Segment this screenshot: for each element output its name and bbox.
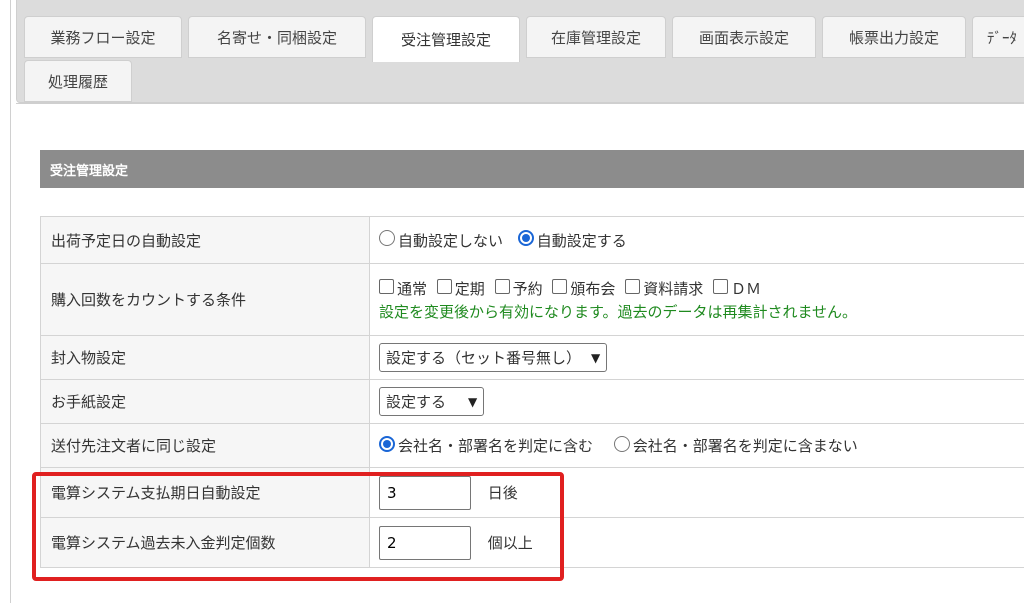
radio-icon-off[interactable]: [379, 230, 395, 246]
unit-days-after: 日後: [487, 484, 518, 502]
tab-inventory[interactable]: 在庫管理設定: [526, 16, 666, 58]
tab-history[interactable]: 処理履歴: [24, 60, 132, 102]
tab-merge-bundle[interactable]: 名寄せ・同梱設定: [188, 16, 366, 58]
label-enclosure: 封入物設定: [40, 335, 370, 380]
radio-icon-on[interactable]: [379, 435, 395, 452]
settings-table: 出荷予定日の自動設定 自動設定しない 自動設定する 購入回数をカウントする条件 …: [40, 216, 1024, 568]
option-reservation[interactable]: 予約: [513, 280, 543, 298]
option-include-company[interactable]: 会社名・部署名を判定に含む: [398, 437, 593, 455]
chevron-down-icon: ▼: [468, 394, 478, 409]
label-densan-unpaid: 電算システム過去未入金判定個数: [40, 517, 370, 568]
tab-business-flow[interactable]: 業務フロー設定: [24, 16, 182, 58]
tab-form-output[interactable]: 帳票出力設定: [822, 16, 966, 58]
checkbox-icon[interactable]: [436, 278, 452, 294]
label-letter: お手紙設定: [40, 379, 370, 424]
row-same-as-order: 送付先注文者に同じ設定 会社名・部署名を判定に含む 会社名・部署名を判定に含まな…: [40, 423, 1024, 468]
checkbox-icon[interactable]: [712, 278, 728, 294]
content-divider: [16, 103, 1024, 104]
row-densan-payment: 電算システム支払期日自動設定 日後: [40, 467, 1024, 518]
label-ship-date: 出荷予定日の自動設定: [40, 216, 370, 264]
note-text: 設定を変更後から有効になります。過去のデータは再集計されません。: [379, 302, 858, 321]
unpaid-count-input[interactable]: [379, 525, 471, 560]
tab-data[interactable]: ﾃﾞｰﾀ: [972, 16, 1024, 58]
option-regular[interactable]: 定期: [455, 280, 485, 298]
checkbox-icon[interactable]: [625, 278, 641, 294]
section-title: 受注管理設定: [40, 150, 1024, 188]
checkbox-icon[interactable]: [494, 278, 510, 294]
unit-or-more: 個以上: [487, 534, 533, 552]
row-densan-unpaid: 電算システム過去未入金判定個数 個以上: [40, 517, 1024, 568]
option-normal[interactable]: 通常: [397, 280, 427, 298]
radio-icon-on[interactable]: [517, 230, 534, 246]
row-ship-date: 出荷予定日の自動設定 自動設定しない 自動設定する: [40, 216, 1024, 264]
letter-select[interactable]: 設定する ▼: [379, 387, 485, 416]
option-exclude-company[interactable]: 会社名・部署名を判定に含まない: [633, 437, 858, 455]
label-purchase-count: 購入回数をカウントする条件: [40, 263, 370, 336]
chevron-down-icon: ▼: [591, 350, 601, 365]
checkbox-icon[interactable]: [552, 278, 568, 294]
option-document-request[interactable]: 資料請求: [643, 280, 703, 298]
tab-screen-display[interactable]: 画面表示設定: [672, 16, 816, 58]
payment-days-input[interactable]: [379, 475, 471, 510]
tab-order-management[interactable]: 受注管理設定: [372, 16, 520, 62]
row-letter: お手紙設定 設定する ▼: [40, 379, 1024, 424]
label-same-as-order: 送付先注文者に同じ設定: [40, 423, 370, 468]
option-auto[interactable]: 自動設定する: [537, 232, 627, 250]
radio-icon-off[interactable]: [613, 435, 630, 452]
enclosure-select[interactable]: 設定する（セット番号無し） ▼: [379, 343, 608, 372]
option-dm[interactable]: ＤＭ: [731, 280, 761, 298]
label-densan-payment: 電算システム支払期日自動設定: [40, 467, 370, 518]
checkbox-icon[interactable]: [379, 278, 394, 294]
option-no-auto[interactable]: 自動設定しない: [398, 232, 503, 250]
row-purchase-count: 購入回数をカウントする条件 通常 定期 予約 頒布会 資料請求 ＤＭ 設定を変更…: [40, 263, 1024, 336]
option-distribution[interactable]: 頒布会: [570, 280, 615, 298]
row-enclosure: 封入物設定 設定する（セット番号無し） ▼: [40, 335, 1024, 380]
